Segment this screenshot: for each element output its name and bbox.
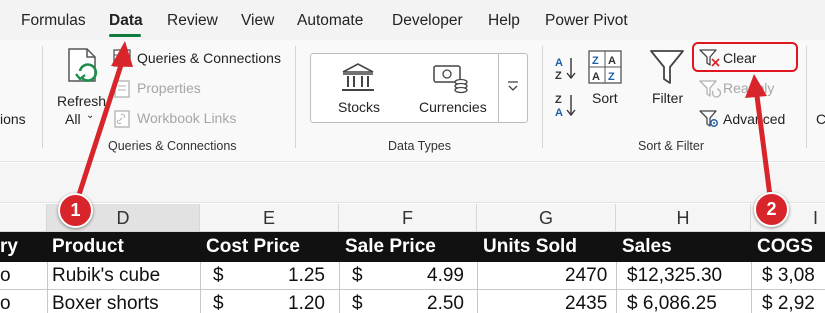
callout-arrowhead-1 [111, 41, 133, 67]
callout-badge-2: 2 [754, 192, 789, 227]
callout-arrow-1 [73, 59, 125, 207]
callout-badge-1: 1 [58, 193, 93, 228]
annotation-arrows [73, 41, 773, 207]
callout-arrow-2 [754, 93, 773, 199]
callout-arrowhead-2 [745, 74, 767, 98]
